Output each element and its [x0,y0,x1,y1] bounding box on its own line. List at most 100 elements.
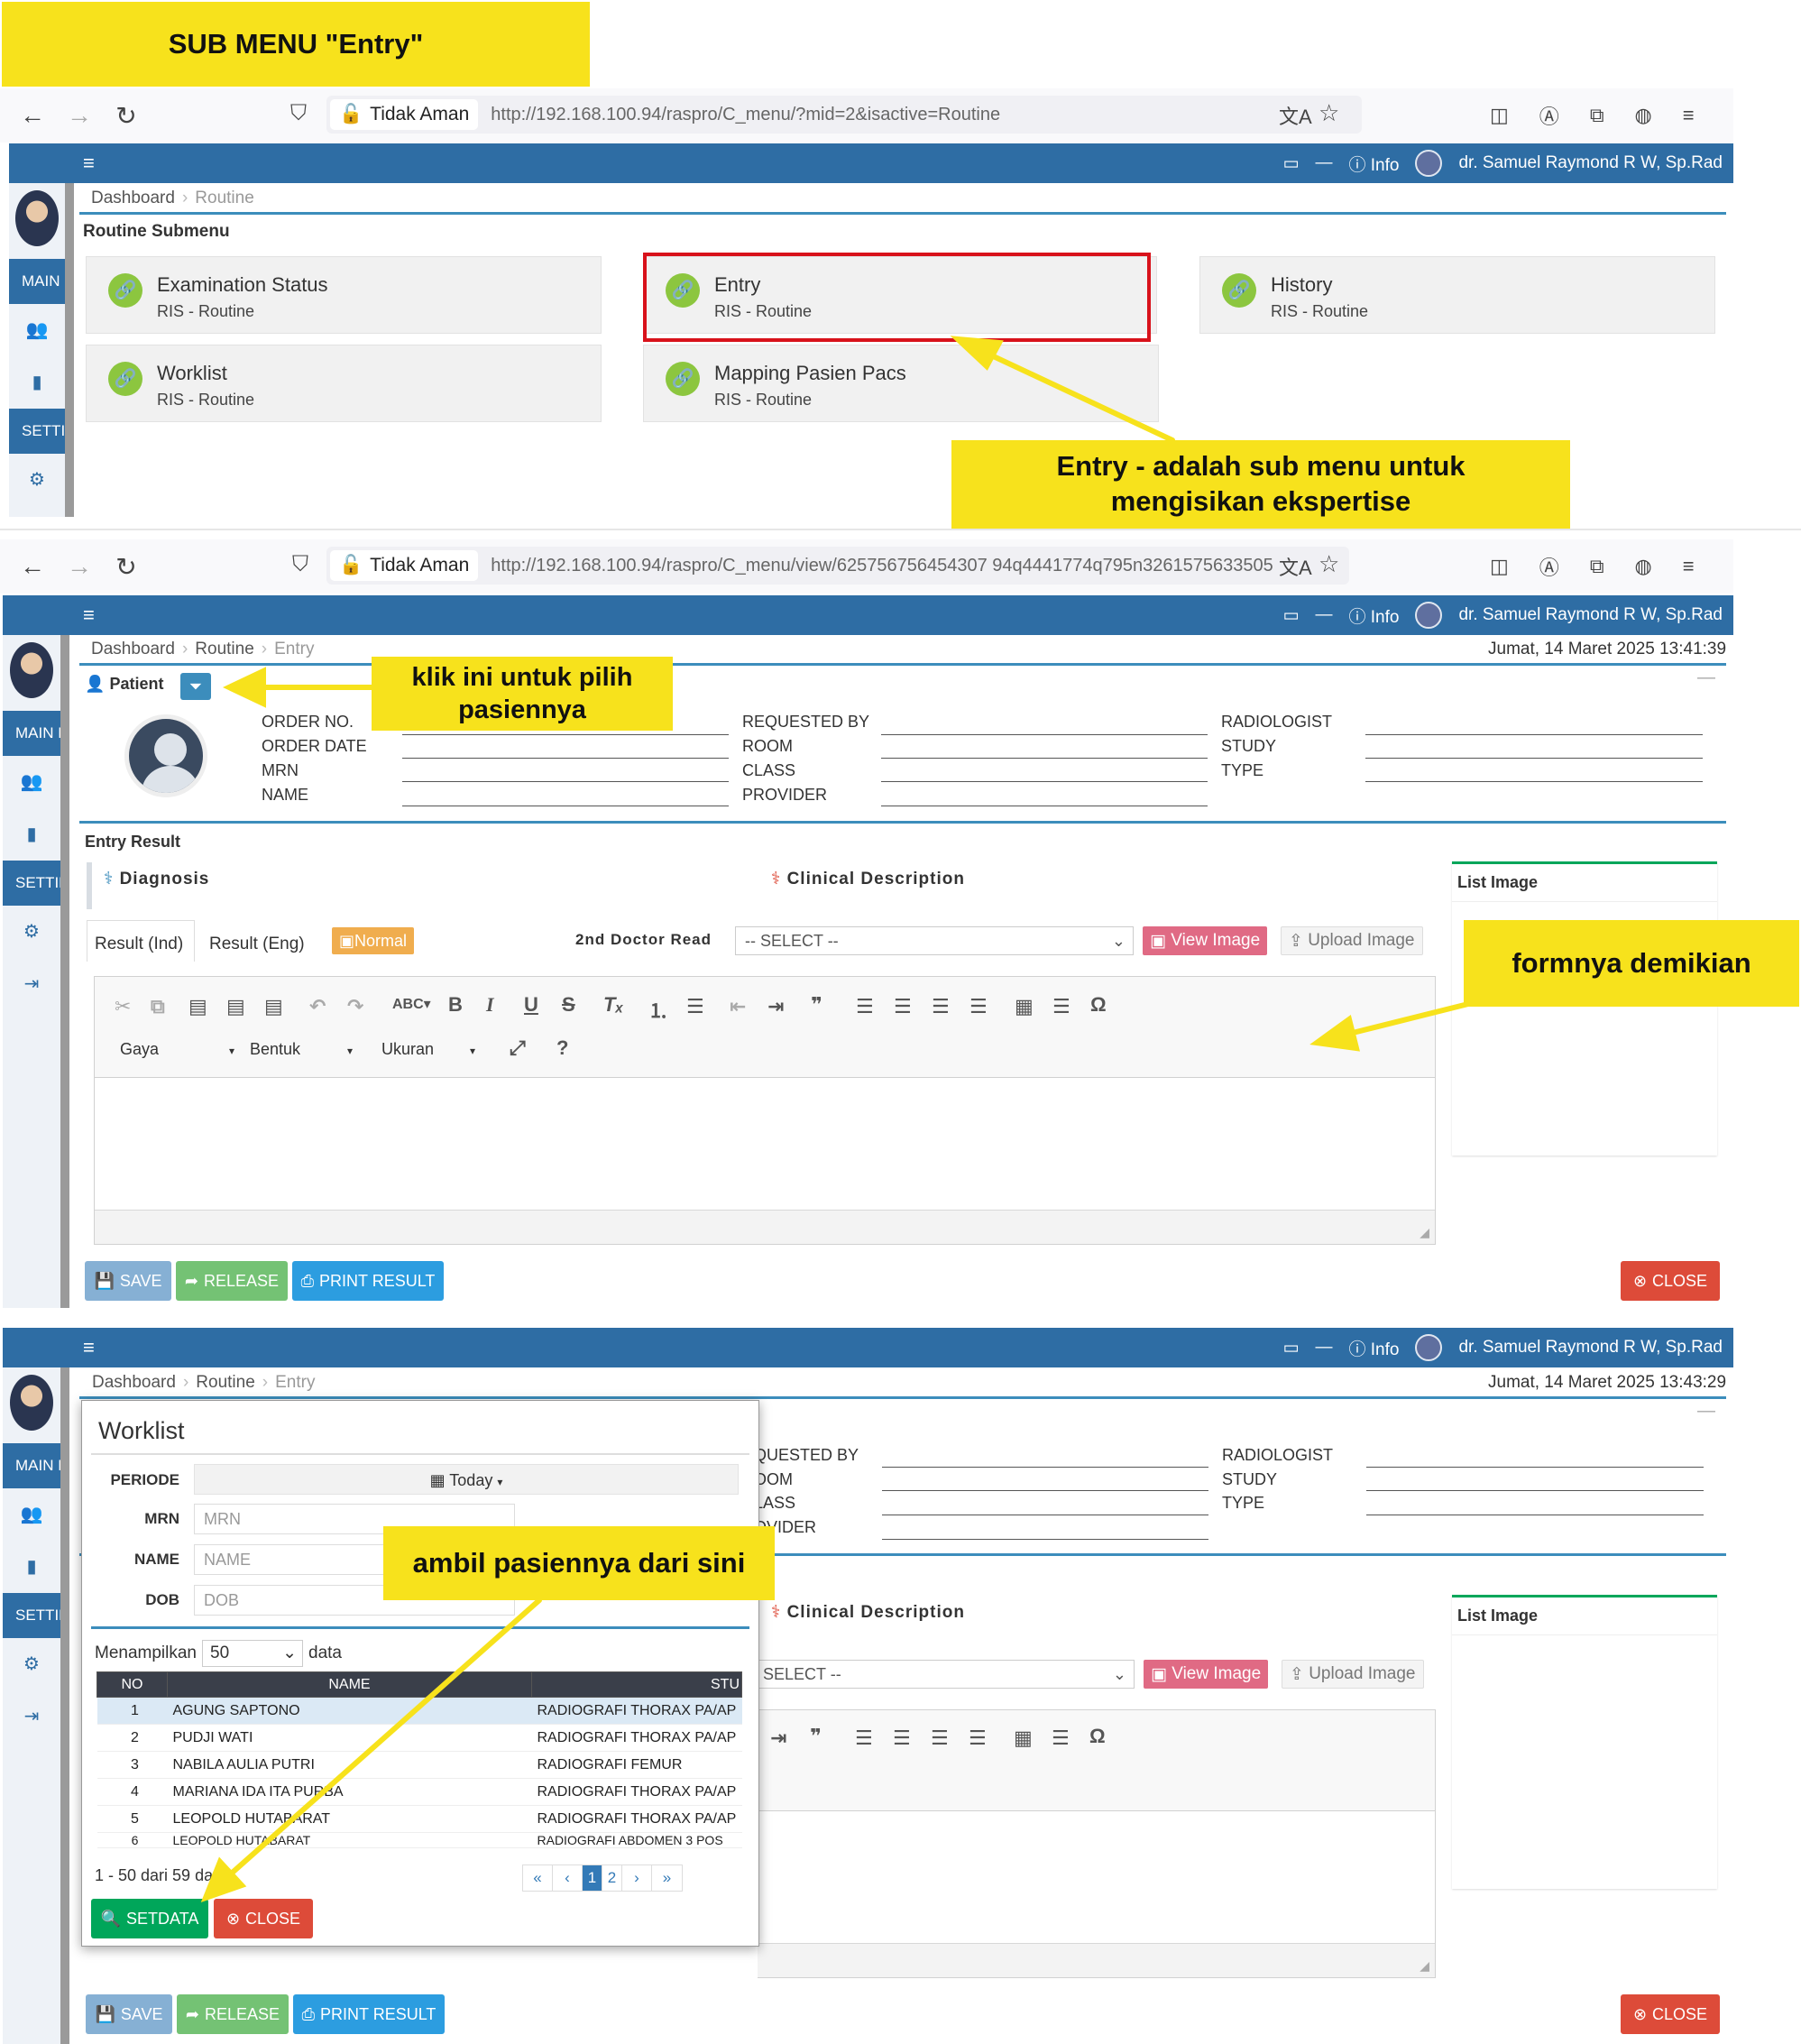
user-avatar[interactable] [1415,602,1443,629]
page-size-select[interactable]: 50 ⌄ [202,1640,303,1667]
view-image-button-3[interactable]: ▣ View Image [1144,1660,1269,1689]
redo-icon[interactable]: ↷ [347,995,363,1018]
window-icon[interactable]: ▭ [1283,153,1300,174]
size-dropdown[interactable]: Ukuran ▾ [381,1040,475,1059]
info-link[interactable]: ⓘ Info [1349,152,1400,176]
crumb-dashboard[interactable]: Dashboard [91,640,175,658]
gear-icon[interactable]: ⚙ [3,1638,60,1690]
release-button[interactable]: ➦ RELEASE [176,1261,288,1301]
first-page-button[interactable]: « [523,1865,553,1891]
user-name[interactable]: dr. Samuel Raymond R W, Sp.Rad [1458,1338,1723,1358]
undo-icon[interactable]: ↶ [309,995,326,1018]
extensions-icon[interactable]: ⧉ [1590,555,1604,578]
horizontal-line-icon[interactable]: ☰ [1052,995,1070,1018]
url-text[interactable]: http://192.168.100.94/raspro/C_menu/?mid… [491,105,1000,125]
bookmark-star-icon[interactable]: ☆ [1319,99,1339,127]
url-text[interactable]: http://192.168.100.94/raspro/C_menu/view… [491,556,1273,576]
next-page-button[interactable]: › [622,1865,652,1891]
table-icon[interactable]: ▦ [1014,1726,1033,1750]
column-header-study[interactable]: STU [531,1671,742,1698]
sidebar-toggle-icon[interactable]: ≡ [83,152,95,175]
card-history[interactable]: 🔗 History RIS - Routine [1199,256,1715,334]
table-row[interactable]: 6 LEOPOLD HUTABARAT RADIOGRAFI ABDOMEN 3 P… [96,1832,742,1848]
user-avatar[interactable] [1415,150,1443,177]
logout-icon[interactable]: ⇥ [3,958,60,1010]
style-dropdown[interactable]: Gaya ▾ [120,1040,234,1059]
resize-handle-icon[interactable]: ◢ [1420,1958,1429,1974]
account-icon[interactable]: Ⓐ [1539,552,1559,581]
page-2-button[interactable]: 2 [602,1865,622,1891]
url-bar-2[interactable]: 🔓 Tidak Aman http://192.168.100.94/raspro… [326,547,1349,585]
sidebar-settings[interactable]: SETTIN [9,409,65,454]
column-header-no[interactable]: NO [96,1671,168,1698]
minimize-icon[interactable]: — [1316,605,1333,625]
justify-icon[interactable]: ☰ [969,1726,987,1750]
pocket-icon[interactable]: ◫ [1490,104,1509,127]
prev-page-button[interactable]: ‹ [553,1865,583,1891]
normal-toggle[interactable]: ▣Normal [332,927,415,954]
sidebar-settings[interactable]: SETTIN [3,1593,60,1638]
gear-icon[interactable]: ⚙ [9,454,65,506]
extensions-icon[interactable]: ⧉ [1590,104,1604,127]
tab-result-eng[interactable]: Result (Eng) [209,935,305,954]
worklist-close-button[interactable]: ⊗ CLOSE [214,1899,313,1938]
copy-icon[interactable]: ⧉ [151,995,165,1018]
spellcheck-icon[interactable]: ABC▾ [392,995,431,1013]
translate-icon[interactable]: 文A [1279,552,1312,581]
insecure-tag[interactable]: 🔓 Tidak Aman [330,550,479,581]
menu-icon[interactable]: ≡ [1683,555,1695,578]
users-icon[interactable]: 👥 [9,304,65,356]
account-icon[interactable]: Ⓐ [1539,101,1559,130]
maximize-icon[interactable]: ⤢ [510,1036,526,1060]
table-row[interactable]: 5 LEOPOLD HUTABARAT RADIOGRAFI THORAX PA/A… [96,1805,742,1833]
blockquote-icon[interactable]: ❞ [810,1725,822,1748]
crumb-routine[interactable]: Routine [195,640,254,658]
crumb-dashboard[interactable]: Dashboard [91,189,175,207]
gear-icon[interactable]: ⚙ [3,906,60,958]
tab-result-ind-label[interactable]: Result (Ind) [95,935,183,954]
window-icon[interactable]: ▭ [1283,1338,1300,1358]
print-result-button-3[interactable]: ⎙ PRINT RESULT [293,1994,445,2034]
sidebar-main[interactable]: MAIN N [9,259,65,304]
italic-icon[interactable]: I [486,993,494,1017]
close-button-3[interactable]: ⊗ CLOSE [1621,1994,1720,2034]
bookmark-star-icon[interactable]: ☆ [1319,550,1339,578]
user-name[interactable]: dr. Samuel Raymond R W, Sp.Rad [1458,605,1723,625]
table-row[interactable]: 4 MARIANA IDA ITA PURBA RADIOGRAFI THORAX … [96,1778,742,1806]
users-icon[interactable]: 👥 [3,756,60,808]
menu-icon[interactable]: ≡ [1683,104,1695,127]
crumb-routine[interactable]: Routine [196,1373,255,1392]
file-icon[interactable]: ▮ [3,1541,60,1593]
table-row[interactable]: 2 PUDJI WATI RADIOGRAFI THORAX PA/AP [96,1724,742,1752]
reload-icon[interactable]: ↻ [103,101,150,131]
minimize-icon[interactable]: — [1316,1338,1333,1358]
paste-icon[interactable]: ▤ [188,995,207,1018]
collapse-icon[interactable]: — [1697,668,1715,688]
indent-icon[interactable]: ⇥ [767,995,784,1018]
numbered-list-icon[interactable]: ⒈ [648,995,668,1024]
info-link[interactable]: ⓘ Info [1349,1336,1400,1360]
upload-image-button-3[interactable]: ⇪ Upload Image [1282,1660,1424,1689]
insecure-tag[interactable]: 🔓 Tidak Aman [330,99,479,130]
rich-text-editor-3[interactable]: ⇥ ❞ ☰ ☰ ☰ ☰ ▦ ☰ Ω ◢ [758,1709,1436,1978]
column-header-name[interactable]: NAME [167,1671,532,1698]
users-icon[interactable]: 👥 [3,1488,60,1541]
justify-icon[interactable]: ☰ [969,995,988,1018]
rich-text-editor[interactable]: ✂ ⧉ ▤ ▤ ▤ ↶ ↷ ABC▾ B I U S Tₓ ⒈ ☰ ⇤ ⇥ ❞ … [94,976,1436,1245]
pocket-icon[interactable]: ◫ [1490,555,1509,578]
globe-icon[interactable]: ◍ [1635,104,1652,127]
file-icon[interactable]: ▮ [3,808,60,861]
align-right-icon[interactable]: ☰ [931,1726,949,1750]
forward-icon[interactable]: → [56,552,103,581]
last-page-button[interactable]: » [652,1865,682,1891]
remove-format-icon[interactable]: Tₓ [603,993,623,1017]
release-button-3[interactable]: ➦ RELEASE [177,1994,289,2034]
setdata-button[interactable]: 🔍 SETDATA [91,1899,208,1938]
upload-image-button[interactable]: ⇪ Upload Image [1281,926,1423,955]
help-icon[interactable]: ? [556,1036,568,1060]
special-char-icon[interactable]: Ω [1089,1725,1106,1748]
sidebar-toggle-icon[interactable]: ≡ [83,1336,95,1359]
sidebar-settings[interactable]: SETTIN [3,861,60,906]
indent-icon[interactable]: ⇥ [770,1726,786,1750]
resize-handle-icon[interactable]: ◢ [1420,1225,1429,1240]
